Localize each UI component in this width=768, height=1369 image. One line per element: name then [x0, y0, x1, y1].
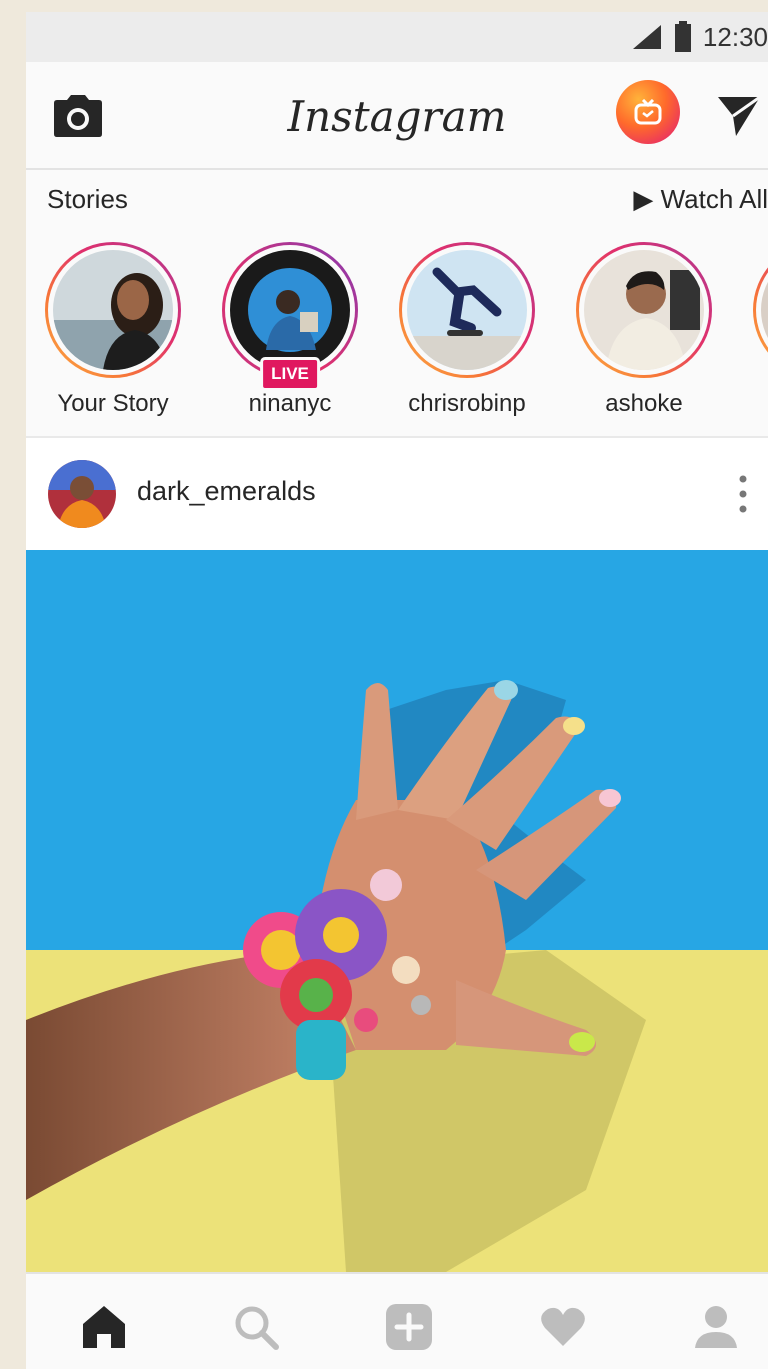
igtv-icon — [634, 99, 662, 125]
battery-icon — [674, 21, 691, 52]
story-item[interactable]: ashoke — [569, 242, 719, 418]
post-username[interactable]: dark_emeralds — [137, 476, 316, 507]
story-label: b — [746, 390, 768, 418]
story-avatar — [230, 250, 350, 370]
live-badge: LIVE — [260, 357, 320, 391]
story-avatar — [584, 250, 704, 370]
more-options-icon[interactable] — [738, 474, 748, 514]
story-avatar — [407, 250, 527, 370]
stories-title: Stories — [47, 184, 128, 214]
signal-icon — [632, 25, 661, 49]
add-post-icon[interactable] — [384, 1302, 434, 1352]
igtv-button[interactable] — [616, 80, 680, 144]
watch-all-button[interactable]: ▶ Watch All — [633, 184, 768, 215]
story-avatar — [53, 250, 173, 370]
stories-section: Stories ▶ Watch All Your Story LIVE nina… — [26, 170, 768, 438]
story-item-live[interactable]: LIVE ninanyc — [215, 242, 365, 418]
phone-screen: 12:30 Instagram Stories ▶ Watch All Your… — [26, 12, 768, 1369]
post-avatar[interactable] — [48, 460, 116, 528]
status-time: 12:30 — [702, 21, 768, 52]
story-label: chrisrobinp — [408, 390, 526, 417]
story-label: ashoke — [605, 390, 683, 417]
post-header: dark_emeralds — [26, 438, 768, 550]
home-icon[interactable] — [79, 1302, 129, 1352]
story-item[interactable]: Your Story — [38, 242, 188, 418]
story-label: Your Story — [57, 390, 169, 417]
direct-message-icon[interactable] — [716, 94, 762, 138]
profile-icon[interactable] — [691, 1302, 741, 1352]
story-item[interactable]: b — [746, 242, 768, 418]
post-image[interactable] — [26, 550, 768, 1272]
status-bar: 12:30 — [26, 12, 768, 62]
search-icon[interactable] — [231, 1302, 281, 1352]
story-item[interactable]: chrisrobinp — [392, 242, 542, 418]
heart-icon[interactable] — [538, 1302, 588, 1352]
bottom-nav — [26, 1272, 768, 1369]
story-avatar — [761, 250, 768, 370]
top-bar: Instagram — [26, 62, 768, 170]
story-label: ninanyc — [248, 390, 332, 417]
